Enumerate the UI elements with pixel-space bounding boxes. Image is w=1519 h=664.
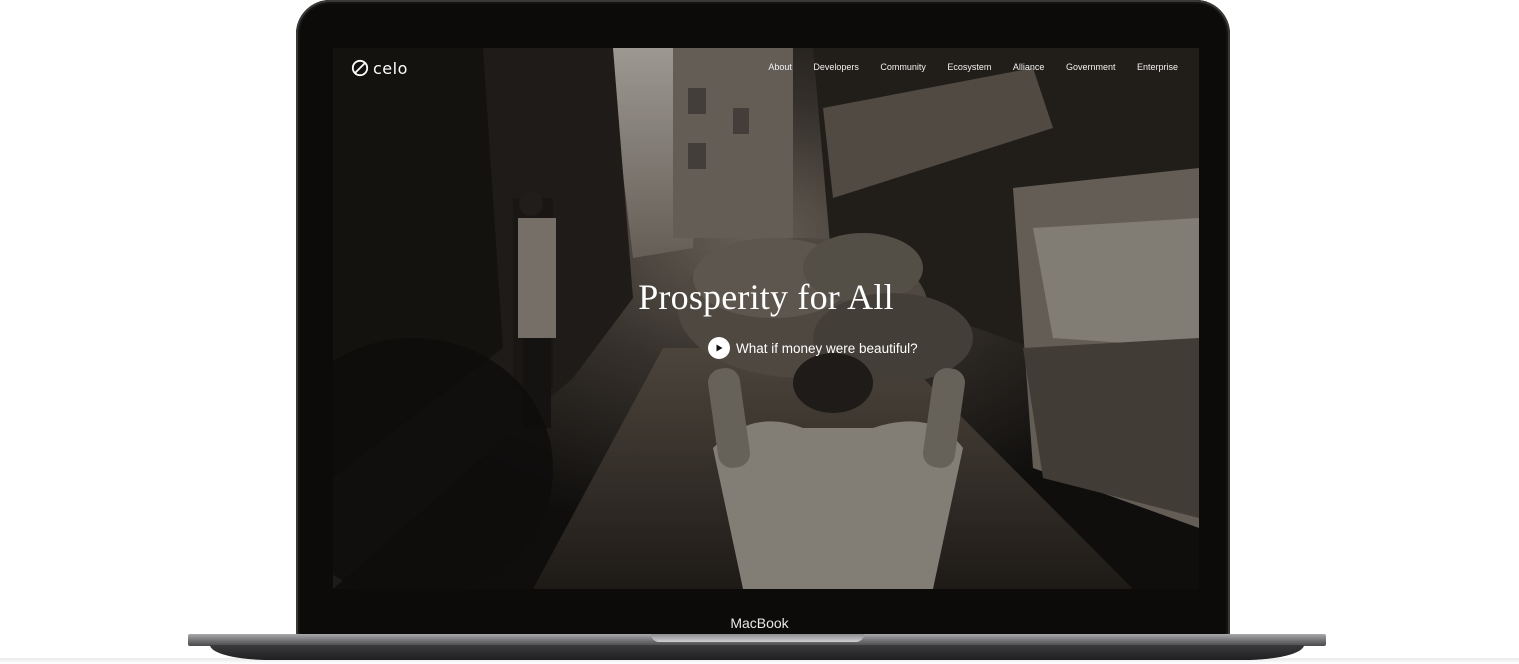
nav-link-enterprise[interactable]: Enterprise — [1137, 62, 1178, 72]
watch-video-button[interactable]: What if money were beautiful? — [708, 337, 918, 359]
laptop-screen: celo About Developers Community Ecosyste… — [333, 48, 1199, 589]
nav-links: About Developers Community Ecosystem All… — [768, 62, 1178, 72]
celo-logo[interactable]: celo — [351, 58, 408, 78]
device-mockup: celo About Developers Community Ecosyste… — [0, 0, 1519, 664]
play-icon[interactable] — [708, 337, 730, 359]
nav-link-community[interactable]: Community — [880, 62, 926, 72]
celo-logo-icon — [351, 59, 369, 77]
nav-link-alliance[interactable]: Alliance — [1013, 62, 1045, 72]
logo-wordmark: celo — [373, 58, 408, 78]
nav-link-ecosystem[interactable]: Ecosystem — [947, 62, 991, 72]
cta-label[interactable]: What if money were beautiful? — [736, 341, 918, 356]
nav-link-about[interactable]: About — [768, 62, 792, 72]
device-brand-label: MacBook — [730, 615, 789, 631]
top-navigation: celo About Developers Community Ecosyste… — [333, 48, 1199, 90]
nav-link-developers[interactable]: Developers — [813, 62, 859, 72]
laptop-base-bottom — [210, 645, 1304, 660]
hero-title: Prosperity for All — [638, 277, 894, 317]
laptop-hinge-notch — [651, 634, 864, 642]
hero-overlay — [333, 48, 1199, 589]
nav-link-government[interactable]: Government — [1066, 62, 1116, 72]
